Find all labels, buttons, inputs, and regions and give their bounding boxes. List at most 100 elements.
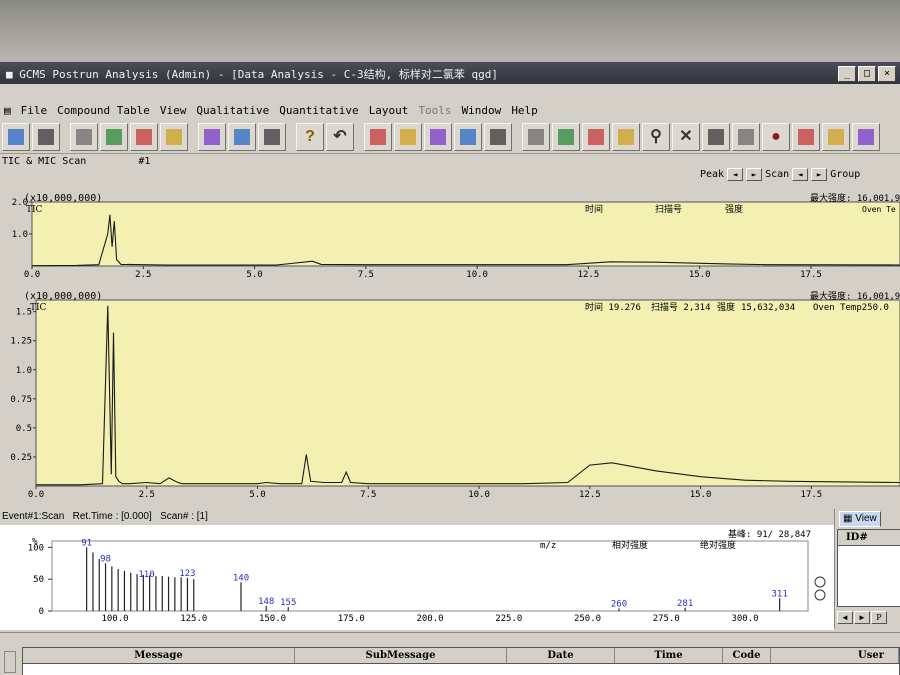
record-icon: ● (771, 127, 781, 145)
menu-tools[interactable]: Tools (418, 104, 451, 117)
undo-button[interactable]: ↶ (326, 122, 354, 151)
menu-bar: ▤ File Compound Table View Qualitative Q… (0, 100, 900, 120)
print-icon (76, 128, 92, 145)
tools-button[interactable]: ✕ (672, 122, 700, 151)
mass-spectrum-chart[interactable]: %050100100.0 125.0 150.0 175.0 200.0 225.0 250… (0, 525, 834, 630)
save-button[interactable] (32, 122, 60, 151)
menu-compound-table[interactable]: Compound Table (57, 104, 150, 117)
chromatogram-button[interactable] (612, 122, 640, 151)
y-tick-label: 0.25 (10, 453, 32, 463)
spectrum-header-0: m/z (540, 541, 556, 551)
message-button[interactable] (702, 122, 730, 151)
menu-qualitative[interactable]: Qualitative (196, 104, 269, 117)
ion-label: 281 (677, 599, 693, 609)
message-table-header: Message SubMessage Date Time Code User (23, 648, 899, 664)
header-label-0: 时间 19.276 (585, 301, 641, 313)
table-edit-button[interactable] (364, 122, 392, 151)
library-button[interactable] (484, 122, 512, 151)
peak-a-icon (528, 128, 544, 145)
x-tick-label: 17.5 (801, 490, 823, 500)
plot-area (35, 299, 900, 487)
peak-c-button[interactable] (582, 122, 610, 151)
menu-quantitative[interactable]: Quantitative (279, 104, 358, 117)
col-user[interactable]: User (771, 648, 899, 663)
calibrate-button[interactable] (822, 122, 850, 151)
scan-nav-label: Scan (765, 168, 790, 180)
series-label: TIC (30, 303, 47, 313)
header-label-4: Oven Temp250.0 (813, 303, 889, 313)
peak-b-button[interactable] (552, 122, 580, 151)
x-tick-label: 10.0 (466, 270, 488, 280)
bars-button[interactable] (852, 122, 880, 151)
spectrum-button[interactable] (424, 122, 452, 151)
menu-view[interactable]: View (160, 104, 187, 117)
view-p-button[interactable]: P (871, 611, 887, 624)
x-tick-label: 5.0 (246, 270, 262, 280)
header-label-0: 时间 (585, 203, 603, 215)
peak-next-button[interactable]: ► (746, 167, 763, 181)
peak-id-2-button[interactable] (160, 122, 188, 151)
peak-id-button[interactable] (130, 122, 158, 151)
tic-main-chart[interactable]: (x10,000,000)TIC 0.25 0.5 0.75 1.0 1.25 1.5 0.0… (0, 284, 900, 506)
open-button[interactable] (2, 122, 30, 151)
layout-1-button[interactable] (198, 122, 226, 151)
layout-2-button[interactable] (228, 122, 256, 151)
y-tick-label: 0 (39, 607, 44, 617)
trace-mode-label: TIC & MIC Scan (2, 156, 87, 167)
col-submessage[interactable]: SubMessage (295, 648, 507, 663)
message-table[interactable]: Message SubMessage Date Time Code User (22, 647, 900, 675)
document-icon[interactable]: ▤ (4, 104, 11, 117)
x-tick-label: 0.0 (24, 270, 40, 280)
y-tick-label: 1.5 (16, 308, 32, 318)
view-scroll-right-button[interactable]: ► (854, 611, 870, 624)
spectrum-header-1: 相对强度 (612, 539, 648, 551)
x-tick-label: 175.0 (338, 614, 365, 624)
peak-id-2-icon (166, 128, 182, 145)
print-preview-button[interactable] (100, 122, 128, 151)
print-button[interactable] (70, 122, 98, 151)
minimize-button[interactable]: _ (838, 66, 856, 82)
col-time[interactable]: Time (615, 648, 723, 663)
close-button[interactable]: × (878, 66, 896, 82)
ion-label: 91 (81, 538, 92, 548)
ret-time-label: Ret.Time : [0.000] (72, 511, 152, 522)
toolbar: ? ↶ ⚲ ✕ ● (0, 120, 900, 154)
integrate-button[interactable] (792, 122, 820, 151)
view-panel: ▦ View ID# ◄ ► P (834, 509, 900, 629)
menu-file[interactable]: File (21, 104, 48, 117)
peak-a-button[interactable] (522, 122, 550, 151)
save-icon (38, 128, 54, 145)
record-button[interactable]: ● (762, 122, 790, 151)
layout-3-icon (264, 128, 280, 145)
max-intensity-label: 最大强度: 16,001,9 (810, 290, 900, 302)
view-tab[interactable]: ▦ View (839, 511, 881, 527)
export-button[interactable] (454, 122, 482, 151)
search-button[interactable]: ⚲ (642, 122, 670, 151)
help-button[interactable]: ? (296, 122, 324, 151)
menu-help[interactable]: Help (511, 104, 538, 117)
col-message[interactable]: Message (23, 648, 295, 663)
peak-id-icon (136, 128, 152, 145)
tic-overview-chart[interactable]: (x10,000,000)TIC 1.0 2.0 0.0 2.5 5.0 7.5 10.0 12… (0, 180, 900, 280)
id-grid[interactable]: ID# (837, 529, 900, 607)
trace-index: #1 (138, 156, 151, 167)
maximize-button[interactable]: □ (858, 66, 876, 82)
x-tick-label: 200.0 (416, 614, 443, 624)
filter-button[interactable] (394, 122, 422, 151)
view-scroll-left-button[interactable]: ◄ (837, 611, 853, 624)
view-icon: ▦ (843, 513, 853, 524)
scan-prev-button[interactable]: ◄ (792, 167, 809, 181)
layout-3-button[interactable] (258, 122, 286, 151)
header-label-2: 强度 (725, 203, 743, 215)
zoom-button[interactable] (732, 122, 760, 151)
col-date[interactable]: Date (507, 648, 615, 663)
menu-layout[interactable]: Layout (369, 104, 409, 117)
max-intensity-label: 最大强度: 16,001,9 (810, 192, 900, 204)
menu-window[interactable]: Window (462, 104, 502, 117)
message-panel-grip[interactable] (4, 651, 16, 673)
x-tick-label: 2.5 (135, 270, 151, 280)
col-code[interactable]: Code (723, 648, 771, 663)
ion-label: 98 (100, 554, 111, 564)
peak-prev-button[interactable]: ◄ (727, 167, 744, 181)
scan-next-button[interactable]: ► (811, 167, 828, 181)
